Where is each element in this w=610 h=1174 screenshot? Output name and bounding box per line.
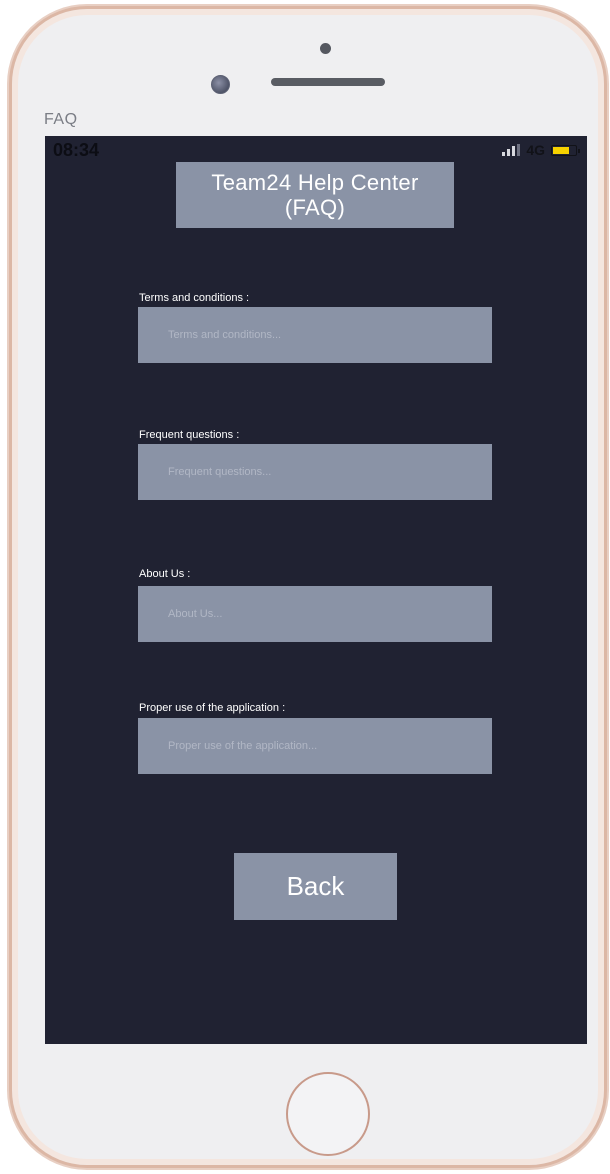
page-title-line-2: (FAQ) <box>284 195 346 220</box>
faq-input[interactable] <box>138 444 492 500</box>
sensor-dot <box>320 43 331 54</box>
earpiece-speaker <box>271 78 385 86</box>
faq-label: Frequent questions : <box>139 429 240 441</box>
page-title-line-1: Team24 Help Center <box>211 169 419 195</box>
terms-input[interactable] <box>138 307 492 363</box>
about-input[interactable] <box>138 586 492 642</box>
battery-icon <box>551 144 580 156</box>
signal-bars-icon <box>502 144 521 156</box>
terms-label: Terms and conditions : <box>139 292 250 304</box>
about-label: About Us : <box>139 568 191 580</box>
status-time: 08:34 <box>53 140 100 160</box>
proper-use-label: Proper use of the application : <box>139 702 286 714</box>
frame-label: FAQ <box>44 111 78 128</box>
app-screen: 08:34 4G Team24 Help Center (FAQ) Terms … <box>45 136 587 1044</box>
status-indicators: 4G <box>502 142 580 158</box>
page-title: Team24 Help Center (FAQ) <box>176 162 454 228</box>
network-type: 4G <box>526 142 545 158</box>
front-camera-icon <box>211 75 230 94</box>
proper-use-input[interactable] <box>138 718 492 774</box>
home-button-icon[interactable] <box>286 1072 370 1156</box>
back-button[interactable]: Back <box>234 853 397 920</box>
